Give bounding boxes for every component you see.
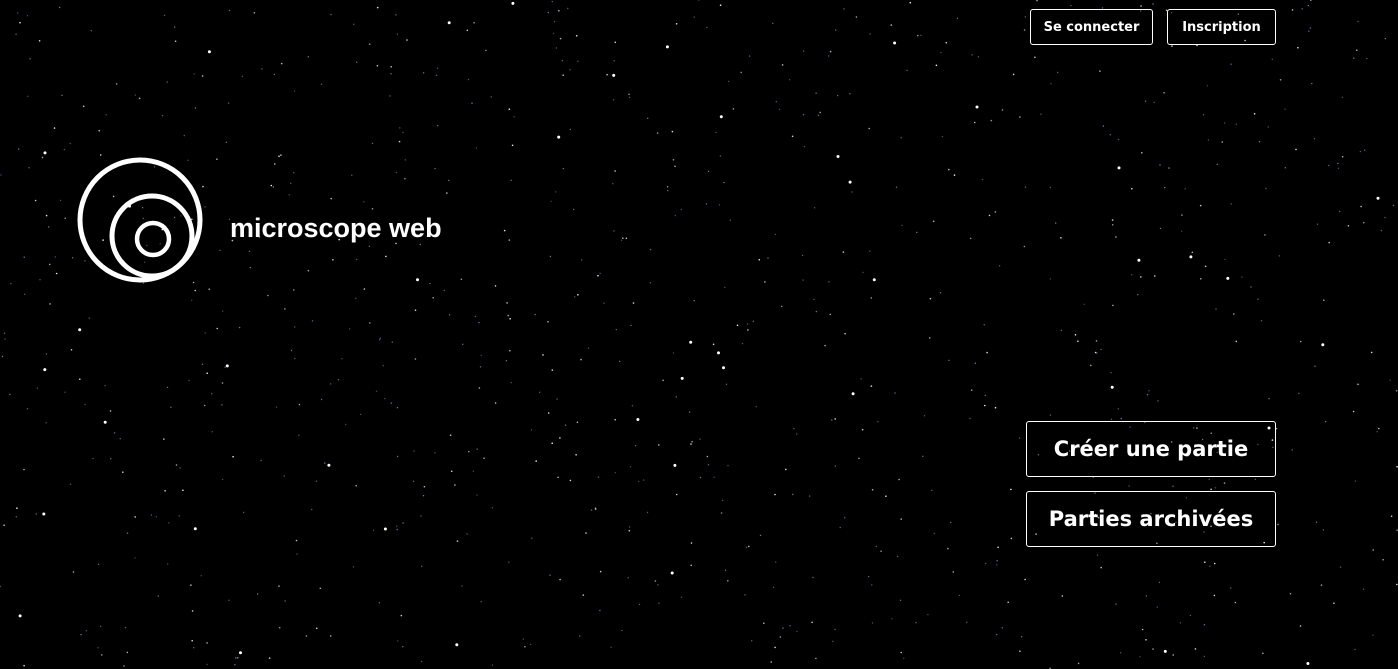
login-button[interactable]: Se connecter xyxy=(1030,9,1153,45)
app-title: microscope web xyxy=(230,213,442,243)
concentric-circles-logo-icon xyxy=(77,157,203,283)
signup-button[interactable]: Inscription xyxy=(1167,9,1276,45)
page-background: Se connecter Inscription microscope web … xyxy=(0,0,1398,669)
create-game-button[interactable]: Créer une partie xyxy=(1026,421,1276,477)
starfield-background xyxy=(0,0,1398,669)
archived-games-button[interactable]: Parties archivées xyxy=(1026,491,1276,547)
